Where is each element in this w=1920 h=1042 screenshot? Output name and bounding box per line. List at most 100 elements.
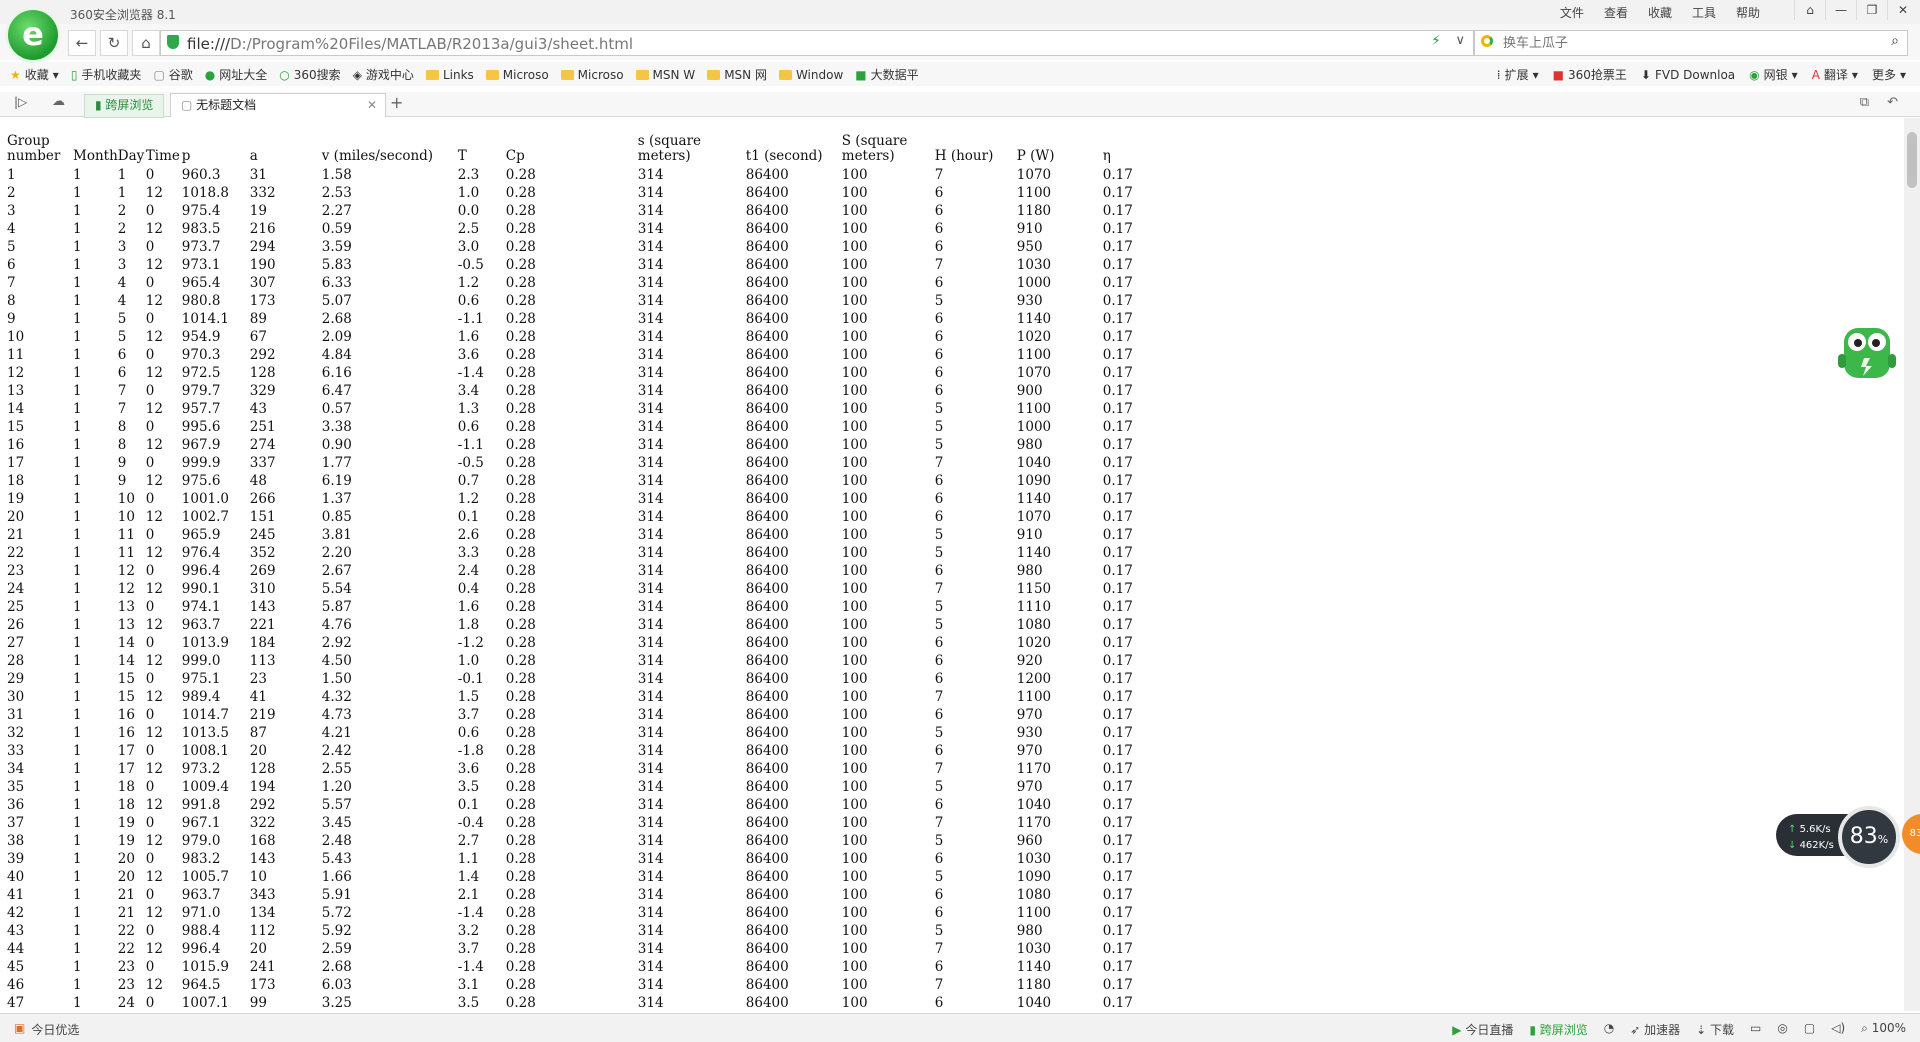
title-bar: 360安全浏览器 8.1 文件 查看 收藏 工具 帮助 ⌂ — ❐ ✕ [0, 0, 1920, 24]
table-cell: 314 [637, 725, 664, 741]
more-button[interactable]: 更多 ▾ [1872, 66, 1906, 83]
menu-view[interactable]: 查看 [1604, 4, 1628, 21]
volume-icon[interactable]: ◁) [1831, 1021, 1845, 1038]
live-button[interactable]: ▶ 今日直播 [1452, 1021, 1513, 1038]
extensions-button[interactable]: ⁞ 扩展 ▾ [1497, 66, 1539, 83]
search-engine-icon[interactable] [1481, 35, 1493, 47]
refresh-icon[interactable]: ↻ [100, 30, 128, 56]
bank-button[interactable]: ◉ 网银 ▾ [1749, 66, 1798, 83]
shield-status-icon[interactable]: ◎ [1777, 1021, 1787, 1038]
maximize-button[interactable]: ❐ [1856, 0, 1887, 20]
bolt-icon[interactable]: ⚡ [1431, 33, 1441, 49]
table-cell: 0.17 [1102, 725, 1133, 741]
header-S: S (square meters) [841, 133, 908, 164]
home-icon[interactable]: ⌂ [132, 30, 160, 56]
daily-picks-link[interactable]: 今日优选 [31, 1021, 79, 1038]
menu-tools[interactable]: 工具 [1692, 4, 1716, 21]
table-cell: 1 [73, 167, 82, 183]
table-cell: -1.4 [457, 365, 484, 381]
bookmark-msn-2[interactable]: MSN 网 [707, 66, 767, 83]
bookmark-google[interactable]: ▢ 谷歌 [153, 66, 192, 83]
skin-icon[interactable]: ⌂ [1794, 0, 1825, 20]
alert-badge[interactable]: 83 [1902, 814, 1920, 854]
table-cell: 1070 [1016, 509, 1052, 525]
new-tab-button[interactable]: + [390, 93, 403, 112]
bookmark-windows[interactable]: Window [778, 66, 843, 83]
close-window-button[interactable]: ✕ [1887, 0, 1918, 20]
network-speed-widget[interactable]: ↑ 5.6K/s ↓ 462K/s 83% 83 [1776, 806, 1920, 868]
table-cell: 1170 [1016, 815, 1052, 831]
search-icon[interactable]: ⌕ [1891, 33, 1899, 49]
bookmark-msn-1[interactable]: MSN W [635, 66, 695, 83]
rocket-icon: ➶ [1630, 1023, 1645, 1037]
undo-close-icon[interactable]: ↶ [1887, 95, 1898, 110]
table-cell: 266 [249, 491, 276, 507]
search-input[interactable] [1501, 33, 1865, 53]
bookmark-360search[interactable]: ○ 360搜索 [279, 66, 340, 83]
table-cell: 6 [934, 959, 944, 975]
table-cell: 6 [934, 203, 944, 219]
window-icon[interactable]: ▢ [1804, 1021, 1815, 1038]
table-cell: 6.19 [321, 473, 352, 489]
menu-help[interactable]: 帮助 [1736, 4, 1760, 21]
tab-cross-screen[interactable]: ▮ 跨屏浏览 [84, 94, 165, 118]
minimize-button[interactable]: — [1825, 0, 1856, 20]
table-cell: 100 [841, 779, 868, 795]
ticket-label: 360抢票王 [1567, 68, 1627, 82]
bookmark-sites[interactable]: ● 网址大全 [205, 66, 268, 83]
table-cell: 1 [73, 275, 82, 291]
folder-icon [560, 69, 574, 80]
close-icon[interactable]: ✕ [367, 94, 377, 116]
menu-favorites[interactable]: 收藏 [1648, 4, 1672, 21]
table-cell: 332 [249, 185, 276, 201]
translate-button[interactable]: A 翻译 ▾ [1812, 66, 1858, 83]
table-cell: 2.7 [457, 833, 480, 849]
table-cell: 23 [117, 959, 135, 975]
search-box: ⌕ [1474, 30, 1908, 56]
chat-icon[interactable]: ▭ [1750, 1021, 1761, 1038]
download-button[interactable]: ⇣ 下载 [1696, 1021, 1734, 1038]
vertical-scrollbar[interactable] [1904, 118, 1920, 1011]
cross-screen-button[interactable]: ▮ 跨屏浏览 [1529, 1021, 1587, 1038]
tab-active[interactable]: ▢ 无标题文档 ✕ [170, 93, 386, 117]
accelerator-button[interactable]: ➶ 加速器 [1630, 1021, 1680, 1038]
table-cell: 0.17 [1102, 545, 1133, 561]
table-cell: 1140 [1016, 545, 1052, 561]
table-cell: 100 [841, 239, 868, 255]
bookmark-microsoft-1[interactable]: Microso [485, 66, 549, 83]
table-row: 20 1 10 12 1002.7 151 0.85 0.1 0.28 314 86400 100 6 1… [7, 508, 1143, 526]
table-cell: 245 [249, 527, 276, 543]
bookmark-mobile[interactable]: ▯ 手机收藏夹 [71, 66, 142, 83]
bookmark-links[interactable]: Links [425, 66, 474, 83]
bookmark-games[interactable]: ◈ 游戏中心 [353, 66, 414, 83]
address-bar[interactable]: file:///D:/Program%20Files/MATLAB/R2013a… [160, 30, 1474, 56]
table-cell: 6 [934, 311, 944, 327]
zoom-level[interactable]: ⌕ 100% [1861, 1021, 1906, 1038]
back-arrow-icon[interactable]: ← [68, 30, 96, 56]
table-cell: 11 [117, 527, 135, 543]
cloud-icon[interactable]: ☁ [52, 94, 65, 109]
table-cell: 1 [73, 203, 82, 219]
chevron-down-icon[interactable]: ∨ [1455, 33, 1465, 48]
downloader-button[interactable]: ⬇ FVD Downloa [1641, 66, 1735, 83]
bookmark-favorites[interactable]: ★ 收藏 ▾ [10, 66, 59, 83]
menu-file[interactable]: 文件 [1560, 4, 1584, 21]
scrollbar-thumb[interactable] [1907, 132, 1917, 188]
cpu-usage-ring[interactable]: 83% [1838, 806, 1900, 868]
table-cell: 1140 [1016, 959, 1052, 975]
bookmark-label: 手机收藏夹 [81, 68, 142, 82]
table-cell: 989.4 [181, 689, 221, 705]
url-text[interactable]: file:///D:/Program%20Files/MATLAB/R2013a… [187, 35, 633, 53]
speed-icon[interactable]: ◔ [1604, 1021, 1614, 1038]
folder-icon [635, 69, 649, 80]
restore-window-icon[interactable]: ⧉ [1860, 95, 1869, 110]
table-cell: 980 [1016, 563, 1043, 579]
table-cell: 6 [934, 707, 944, 723]
table-cell: 86400 [745, 455, 789, 471]
mascot-icon[interactable] [1836, 318, 1898, 388]
bookmark-bigdata[interactable]: ■ 大数据平 [855, 66, 918, 83]
ticket-button[interactable]: ■ 360抢票王 [1553, 66, 1627, 83]
bookmark-microsoft-2[interactable]: Microso [560, 66, 624, 83]
sidebar-toggle-icon[interactable]: |▷ [14, 95, 27, 109]
table-cell: 0.28 [505, 275, 536, 291]
